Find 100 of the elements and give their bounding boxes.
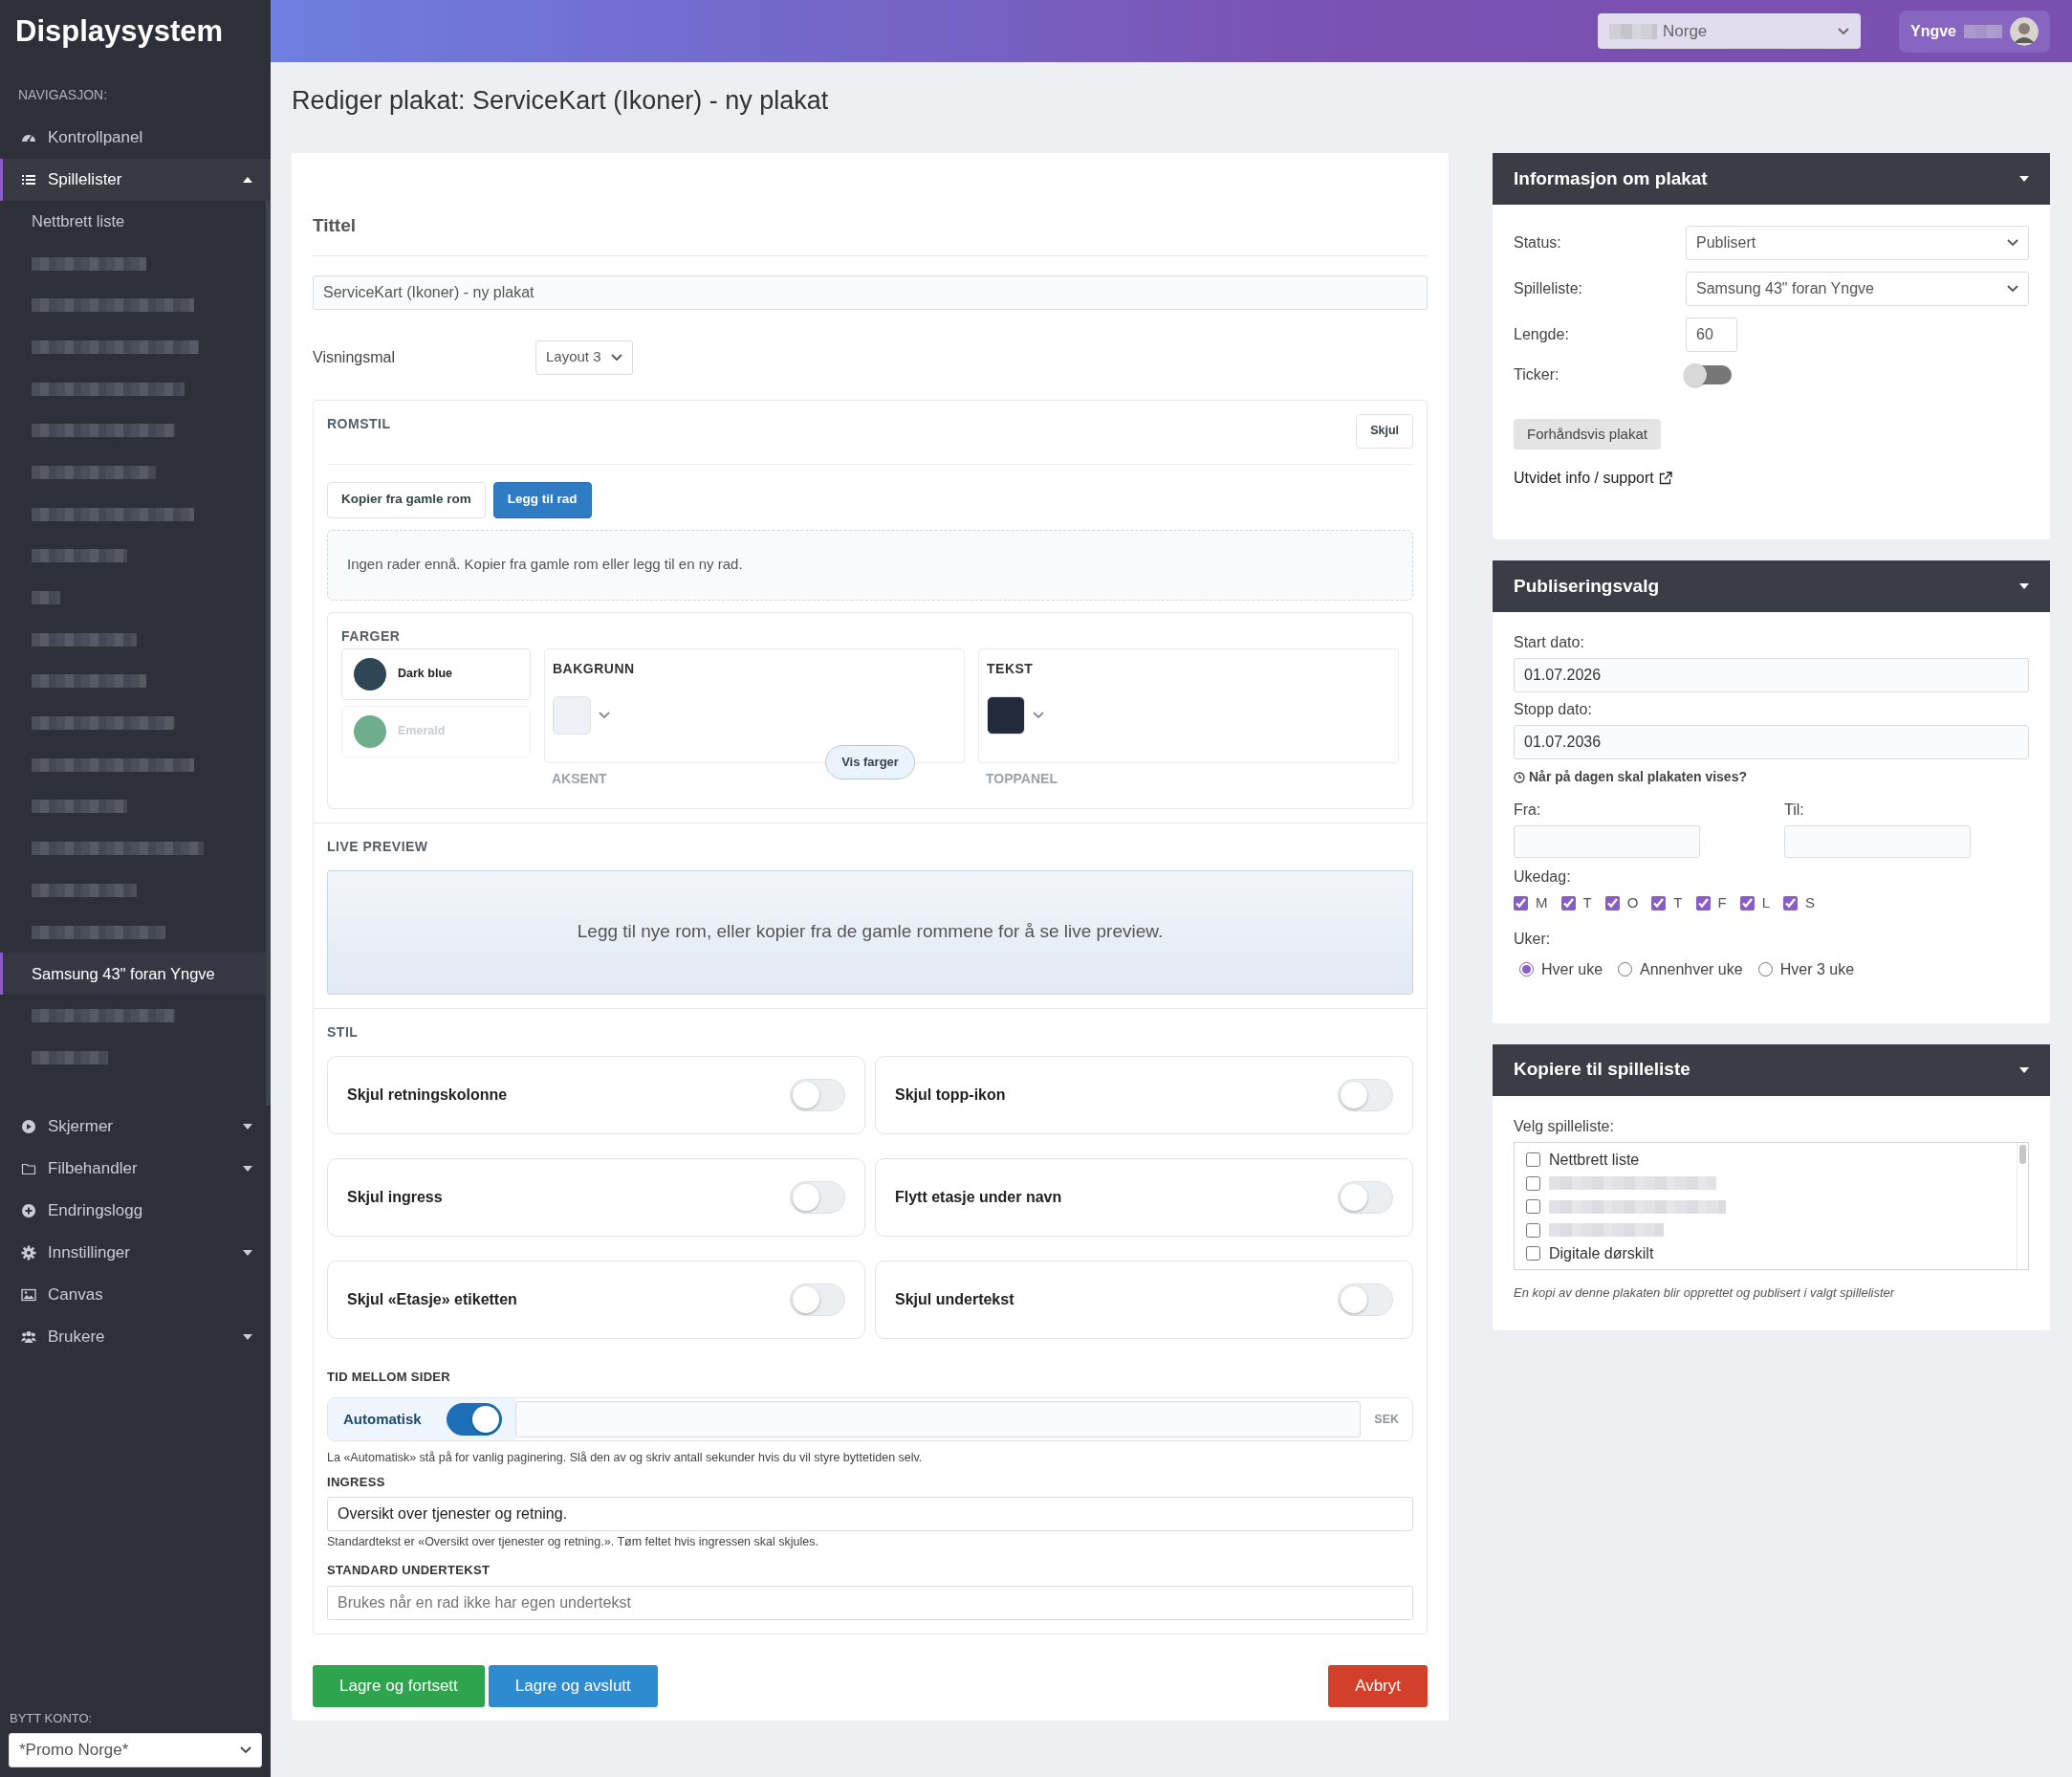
subtitle-field[interactable]: Brukes når en rad ikke har egen undertekst	[327, 1585, 1413, 1620]
time-field[interactable]	[1784, 825, 1971, 858]
sidebar-subitem[interactable]: Nettbrett liste	[0, 201, 266, 243]
date-field[interactable]: 01.07.2036	[1514, 725, 2029, 759]
section-heading: LIVE PREVIEW	[327, 837, 429, 856]
chevron-down-icon	[610, 353, 622, 362]
list-icon	[21, 172, 36, 187]
sidebar-item[interactable]: Kontrollpanel	[0, 117, 271, 159]
radio-label: Hver 3 uke	[1779, 959, 1855, 979]
chevron-down-icon	[2007, 285, 2018, 293]
save-button[interactable]: Lagre og avslutt	[488, 1664, 658, 1707]
field-label: Velg spilleliste:	[1514, 1116, 1615, 1136]
preview-button[interactable]: Forhåndsvis plakat	[1514, 419, 1661, 450]
toggle-switch[interactable]	[446, 1403, 502, 1436]
empty-message: Ingen rader ennå. Kopier fra gamle rom eller legg til en ny rad.	[327, 529, 1413, 601]
add-row-button[interactable]: Legg til rad	[492, 481, 592, 518]
playlist-option: Digitale dørskilt	[1549, 1241, 1654, 1265]
field-label: Ukedag:	[1514, 867, 1572, 887]
radio-button[interactable]	[1519, 962, 1534, 976]
ingress-field[interactable]: Oversikt over tjenester og retning.	[327, 1497, 1413, 1532]
color-group-label: TOPPANEL	[986, 769, 1058, 788]
checkbox[interactable]	[1526, 1199, 1540, 1215]
show-colors-button[interactable]: Vis farger	[825, 744, 915, 779]
ticker-switch[interactable]	[1686, 365, 1732, 384]
length-field[interactable]: 60	[1686, 318, 1737, 352]
sidebar-item[interactable]: Brukere	[0, 1316, 271, 1358]
avatar-icon	[2010, 16, 2039, 46]
caret-down-icon	[243, 1124, 252, 1130]
panel-header[interactable]: Kopiere til spilleliste	[1493, 1043, 2050, 1096]
chevron-down-icon	[2007, 239, 2018, 247]
checkbox[interactable]	[1526, 1152, 1540, 1168]
checkbox[interactable]	[1526, 1175, 1540, 1191]
weekday-checkbox[interactable]	[1695, 895, 1711, 910]
toggle-label: Skjul undertekst	[895, 1289, 1014, 1309]
app-brand: Displaysystem	[14, 13, 225, 50]
time-field[interactable]	[1514, 825, 1700, 858]
field-label: Uker:	[1514, 929, 1552, 949]
weekday-label: S	[1805, 893, 1816, 912]
cancel-button[interactable]: Avbryt	[1328, 1664, 1428, 1707]
account-select[interactable]: Norge	[1598, 13, 1861, 49]
sidebar-item[interactable]: Skjermer	[0, 1106, 271, 1148]
chevron-down-icon	[599, 711, 610, 719]
field-label: INGRESS	[327, 1473, 386, 1491]
caret-down-icon	[2019, 176, 2029, 182]
color-preset[interactable]: Dark blue	[341, 647, 531, 700]
image-icon	[21, 1287, 36, 1303]
radio-label: Hver uke	[1541, 959, 1603, 979]
caret-down-icon	[243, 1250, 252, 1256]
field-label: Spilleliste:	[1514, 279, 1584, 298]
page-title: Rediger plakat: ServiceKart (Ikoner) - ny plakat	[291, 85, 830, 117]
seconds-field[interactable]	[514, 1401, 1362, 1437]
weekday-checkbox[interactable]	[1739, 895, 1755, 910]
section-heading: FARGER	[341, 626, 402, 646]
preview-panel: Legg til nye rom, eller kopier fra de gamle rommene for å se live preview.	[327, 869, 1413, 995]
copy-button[interactable]: Kopier fra gamle rom	[327, 481, 486, 518]
account-select[interactable]: *Promo Norge*	[9, 1733, 262, 1767]
sidebar-item[interactable]: Endringslogg	[0, 1190, 271, 1232]
weekday-checkbox[interactable]	[1514, 895, 1528, 910]
panel-header[interactable]: Informasjon om plakat	[1493, 153, 2050, 205]
radio-button[interactable]	[1618, 962, 1633, 976]
color-swatch[interactable]	[987, 695, 1025, 735]
date-field[interactable]: 01.07.2026	[1514, 658, 2029, 692]
weekday-checkbox[interactable]	[1604, 895, 1620, 910]
sidebar-item[interactable]: Filbehandler	[0, 1148, 271, 1190]
panel-header[interactable]: Publiseringsvalg	[1493, 560, 2050, 612]
chevron-down-icon	[240, 1746, 251, 1754]
clock-icon	[1514, 771, 1525, 783]
chevron-down-icon	[1033, 711, 1044, 719]
template-select[interactable]: Layout 3	[535, 340, 633, 375]
sidebar-item[interactable]: Innstillinger	[0, 1232, 271, 1274]
weekday-label: F	[1717, 893, 1727, 912]
blurred-text	[1609, 23, 1657, 39]
users-icon	[21, 1329, 36, 1345]
color-swatch[interactable]	[553, 695, 591, 735]
weekday-checkbox[interactable]	[1560, 895, 1576, 910]
caret-down-icon	[243, 1166, 252, 1172]
external-link-icon	[1658, 472, 1672, 485]
field-label: Ticker:	[1514, 365, 1560, 384]
checkbox[interactable]	[1526, 1246, 1540, 1261]
scrollbar[interactable]	[2017, 1142, 2028, 1269]
blurred-text	[1964, 24, 2002, 38]
status-select[interactable]: Publisert	[1686, 226, 2029, 260]
color-group-label: BAKGRUNN	[553, 659, 636, 678]
radio-button[interactable]	[1757, 962, 1773, 976]
folder-icon	[21, 1161, 36, 1176]
checkbox[interactable]	[1526, 1222, 1540, 1238]
caret-down-icon	[243, 1334, 252, 1340]
user-menu[interactable]: Yngve	[1899, 10, 2050, 53]
section-heading: Tittel	[313, 212, 1428, 256]
field-label: Status:	[1514, 233, 1562, 252]
support-link[interactable]: Utvidet info / support	[1514, 467, 1672, 490]
section-heading: TID MELLOM SIDER	[327, 1368, 452, 1386]
title-field[interactable]: ServiceKart (Ikoner) - ny plakat	[313, 274, 1428, 310]
sidebar-subitem[interactable]: Samsung 43" foran Yngve	[0, 953, 266, 996]
sidebar-item[interactable]: Canvas	[0, 1274, 271, 1316]
weekday-checkbox[interactable]	[1783, 895, 1799, 910]
hide-button[interactable]: Skjul	[1356, 413, 1413, 449]
weekday-checkbox[interactable]	[1651, 895, 1667, 910]
sidebar-item[interactable]: Spillelister	[0, 159, 271, 201]
playlist-select[interactable]: Samsung 43" foran Yngve	[1686, 272, 2029, 306]
